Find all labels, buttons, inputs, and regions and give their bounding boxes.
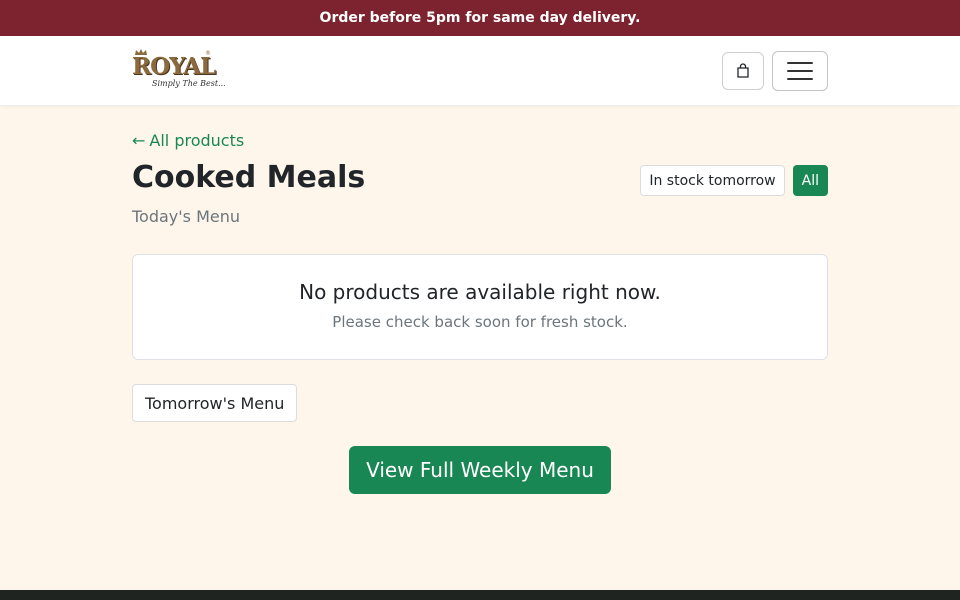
back-to-all-products-link[interactable]: ← All products <box>132 131 244 150</box>
filter-in-stock-tomorrow-button[interactable]: In stock tomorrow <box>640 165 785 196</box>
page-subtitle: Today's Menu <box>132 207 241 226</box>
promo-text: Order before 5pm for same day delivery. <box>319 10 641 26</box>
menu-toggle-button[interactable] <box>772 51 828 91</box>
page-title: Cooked Meals <box>132 160 366 195</box>
navbar: ROYAL ® Simply The Best... <box>0 36 960 106</box>
logo-brand: ROYAL <box>132 53 216 80</box>
promo-banner: Order before 5pm for same day delivery. <box>0 0 960 36</box>
tomorrows-menu-button[interactable]: Tomorrow's Menu <box>132 384 298 422</box>
back-link-label: All products <box>149 131 245 150</box>
royal-logo[interactable]: ROYAL ® Simply The Best... <box>132 49 226 93</box>
filter-all-button[interactable]: All <box>792 165 828 196</box>
empty-state-title: No products are available right now. <box>299 280 661 304</box>
stock-filter-group: In stock tomorrow All <box>640 165 828 196</box>
logo-registered-mark: ® <box>205 50 211 57</box>
view-weekly-menu-button[interactable]: View Full Weekly Menu <box>349 446 611 494</box>
empty-state-card: No products are available right now. Ple… <box>132 254 828 360</box>
hamburger-menu-icon <box>787 62 813 80</box>
shopping-bag-icon <box>737 63 749 78</box>
cart-button[interactable] <box>722 52 764 90</box>
footer <box>0 590 960 600</box>
arrow-left-icon: ← <box>132 131 146 150</box>
empty-state-message: Please check back soon for fresh stock. <box>332 313 628 331</box>
logo-tagline: Simply The Best... <box>152 79 226 88</box>
